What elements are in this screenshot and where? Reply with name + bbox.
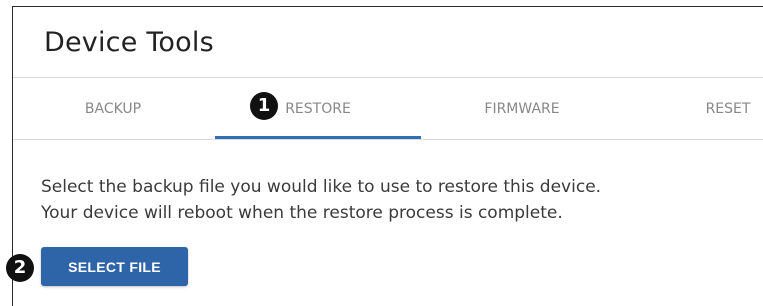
tab-backup[interactable]: BACKUP — [53, 78, 173, 140]
callout-badge-1: 1 — [250, 92, 278, 120]
restore-instruction-line: Select the backup file you would like to… — [41, 177, 602, 197]
tab-firmware[interactable]: FIRMWARE — [462, 78, 582, 140]
restore-warning-line: Your device will reboot when the restore… — [41, 203, 563, 223]
restore-description: Select the backup file you would like to… — [41, 174, 731, 226]
page-title: Device Tools — [44, 27, 214, 58]
device-tools-panel: Device Tools BACKUP RESTORE FIRMWARE RES… — [12, 6, 763, 306]
callout-badge-2: 2 — [6, 254, 34, 282]
tabs-divider — [13, 139, 763, 140]
tab-reset[interactable]: RESET — [668, 78, 763, 140]
tab-bar: BACKUP RESTORE FIRMWARE RESET — [13, 78, 763, 140]
select-file-button[interactable]: SELECT FILE — [41, 247, 188, 286]
